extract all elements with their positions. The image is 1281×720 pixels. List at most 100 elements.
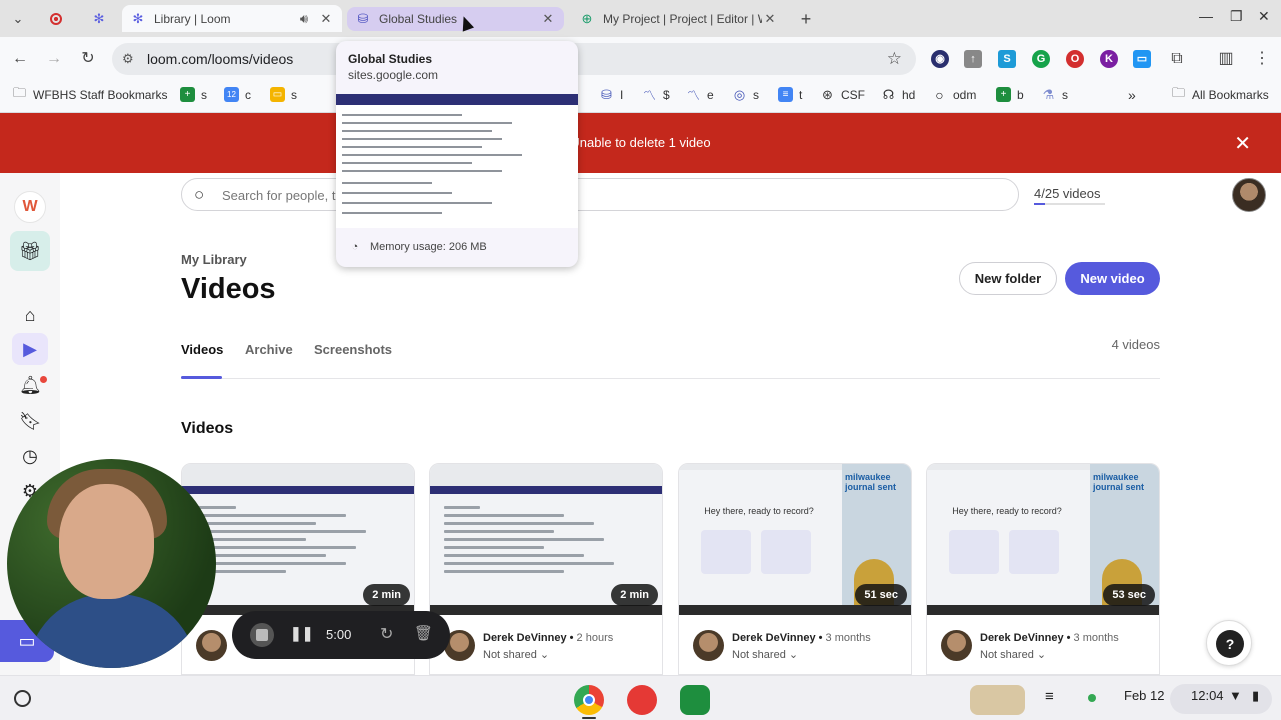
video-quota[interactable]: 4/25 videos (1034, 186, 1101, 201)
video-thumbnail[interactable]: 2 min (430, 464, 662, 615)
launcher-icon[interactable] (14, 690, 31, 707)
bookmark-item[interactable]: ⊛ CSF (820, 87, 865, 102)
tab-library-loom[interactable]: ✻ Library | Loom 🔊︎ ✕ (122, 5, 342, 32)
tab-search-chevron-icon[interactable]: ⌄ (8, 9, 28, 29)
camera-person-face (59, 484, 154, 599)
clock-icon[interactable]: ◷ (19, 445, 41, 467)
avatar (196, 630, 227, 661)
extension-icon[interactable]: ↑ (964, 50, 982, 68)
restart-icon[interactable]: ↻ (380, 624, 393, 644)
tab-screenshots[interactable]: Screenshots (314, 342, 392, 357)
holding-space-icon[interactable] (970, 685, 1025, 715)
stop-recording-button[interactable] (250, 623, 274, 647)
extension-icon[interactable]: S (998, 50, 1016, 68)
author-name[interactable]: Derek DeVinney (483, 632, 567, 644)
bookmark-item[interactable]: ▭ s (270, 87, 297, 102)
speaker-icon[interactable]: 🔊︎ (296, 11, 312, 27)
bookmark-item[interactable]: 〽 $ (642, 87, 670, 104)
trash-icon[interactable]: 🗑︎ (414, 624, 433, 642)
sheets-icon: + (996, 87, 1011, 102)
minimize-icon[interactable]: — (1199, 8, 1213, 24)
reload-icon[interactable]: ↻ (78, 49, 98, 69)
bookmark-item[interactable]: ◎ s (732, 87, 759, 102)
tab-archive[interactable]: Archive (245, 342, 293, 357)
video-card[interactable]: Hey there, ready to record? milwaukee jo… (678, 463, 912, 675)
close-icon[interactable]: ✕ (540, 11, 556, 27)
site-icon: ☊ (882, 86, 895, 102)
share-status-dropdown[interactable]: Not shared ⌄ (732, 648, 798, 661)
thumb-line (444, 562, 614, 565)
bookmark-item[interactable]: 12 c (224, 87, 251, 102)
grammarly-icon[interactable]: G (1032, 50, 1050, 68)
bookmark-label: s (201, 87, 207, 102)
home-icon[interactable]: ⌂ (19, 304, 41, 326)
bookmark-label: I (620, 87, 624, 102)
bookmark-folder[interactable]: 🗀 WFBHS Staff Bookmarks (12, 85, 168, 102)
date[interactable]: Feb 12 (1124, 688, 1164, 703)
close-icon[interactable]: ✕ (762, 11, 778, 27)
classroom-icon[interactable] (680, 685, 710, 715)
author-name[interactable]: Derek DeVinney (980, 632, 1064, 644)
bookmark-label: $ (663, 87, 670, 102)
site-settings-icon[interactable]: ⚙ (122, 51, 134, 67)
video-thumbnail[interactable]: Hey there, ready to record? milwaukee jo… (927, 464, 1159, 615)
close-icon[interactable]: ✕ (1234, 131, 1251, 156)
thumb-option (1009, 530, 1059, 574)
search-input[interactable]: ○ Search for people, t (181, 178, 1019, 211)
help-button[interactable]: ? (1206, 620, 1252, 666)
more-bookmarks-icon[interactable]: » (1128, 87, 1136, 103)
tab-global-studies[interactable]: ⛁ Global Studies ✕ (347, 7, 564, 31)
author-name[interactable]: Derek DeVinney (732, 632, 816, 644)
tab-strip: ⌄ ✻ ✻ Library | Loom 🔊︎ ✕ ⛁ Global Studi… (0, 0, 1281, 37)
new-folder-button[interactable]: New folder (959, 262, 1057, 295)
restore-icon[interactable]: ❐ (1230, 8, 1243, 25)
bookmark-item[interactable]: ⛁ I (599, 87, 623, 102)
back-icon[interactable]: ← (10, 49, 30, 69)
bookmark-item[interactable]: ☊ hd (881, 86, 916, 102)
bookmark-item[interactable]: ≡ t (778, 87, 802, 102)
bookmark-item[interactable]: ⚗ s (1041, 87, 1068, 102)
share-status-dropdown[interactable]: Not shared ⌄ (980, 648, 1046, 661)
bookmark-item[interactable]: + b (996, 87, 1024, 102)
user-avatar[interactable] (1232, 178, 1266, 212)
video-thumbnail[interactable]: Hey there, ready to record? milwaukee jo… (679, 464, 911, 615)
workspace-avatar[interactable]: W (14, 191, 46, 223)
bookmark-label: s (291, 87, 297, 102)
tab-my-project[interactable]: ⊕ My Project | Project | Editor | W ✕ (571, 5, 786, 32)
extension-icon[interactable]: O (1066, 50, 1084, 68)
share-status-dropdown[interactable]: Not shared ⌄ (483, 648, 549, 661)
all-bookmarks[interactable]: 🗀 All Bookmarks (1171, 85, 1269, 102)
video-card[interactable]: Hey there, ready to record? milwaukee jo… (926, 463, 1160, 675)
menu-icon[interactable]: ⋮ (1252, 49, 1272, 69)
tab-videos[interactable]: Videos (181, 342, 223, 357)
side-panel-icon[interactable]: ▥ (1216, 49, 1236, 69)
help-chat-icon: ? (1216, 630, 1244, 658)
chrome-icon[interactable] (574, 685, 604, 715)
bookmark-item[interactable]: ○ odm (932, 87, 976, 103)
camera-bubble[interactable] (7, 459, 216, 668)
video-thumbnail[interactable]: 2 min (182, 464, 414, 615)
gift-icon[interactable]: 🎁︎ (10, 231, 50, 271)
extensions-puzzle-icon[interactable]: ⧉ (1167, 49, 1187, 69)
extension-icon[interactable]: ▭ (1133, 50, 1151, 68)
paint-app-icon[interactable] (627, 685, 657, 715)
record-tab-icon[interactable] (46, 9, 66, 29)
new-video-button[interactable]: New video (1065, 262, 1160, 295)
breadcrumb[interactable]: My Library (181, 252, 247, 267)
extension-icon[interactable]: ◉ (931, 50, 949, 68)
close-window-icon[interactable]: ✕ (1258, 8, 1270, 25)
bell-icon[interactable]: 🔔︎ (19, 374, 42, 396)
library-icon[interactable]: ▶ (12, 333, 48, 365)
video-card[interactable]: 2 min Derek DeVinney • 2 hours Not share… (429, 463, 663, 675)
bookmark-icon[interactable]: 🔖︎ (19, 410, 42, 432)
bookmark-star-icon[interactable]: ☆ (887, 49, 902, 69)
tasks-icon[interactable]: ≡ (1045, 688, 1054, 705)
new-tab-icon[interactable]: + (796, 9, 816, 29)
close-icon[interactable]: ✕ (318, 11, 334, 27)
pause-icon[interactable]: ❚❚ (290, 625, 313, 642)
bookmark-item[interactable]: + s (180, 87, 207, 102)
forward-icon[interactable]: → (44, 49, 64, 69)
bookmark-item[interactable]: 〽 e (686, 87, 714, 104)
pinned-loom-tab-icon[interactable]: ✻ (89, 9, 109, 29)
extension-icon[interactable]: K (1100, 50, 1118, 68)
